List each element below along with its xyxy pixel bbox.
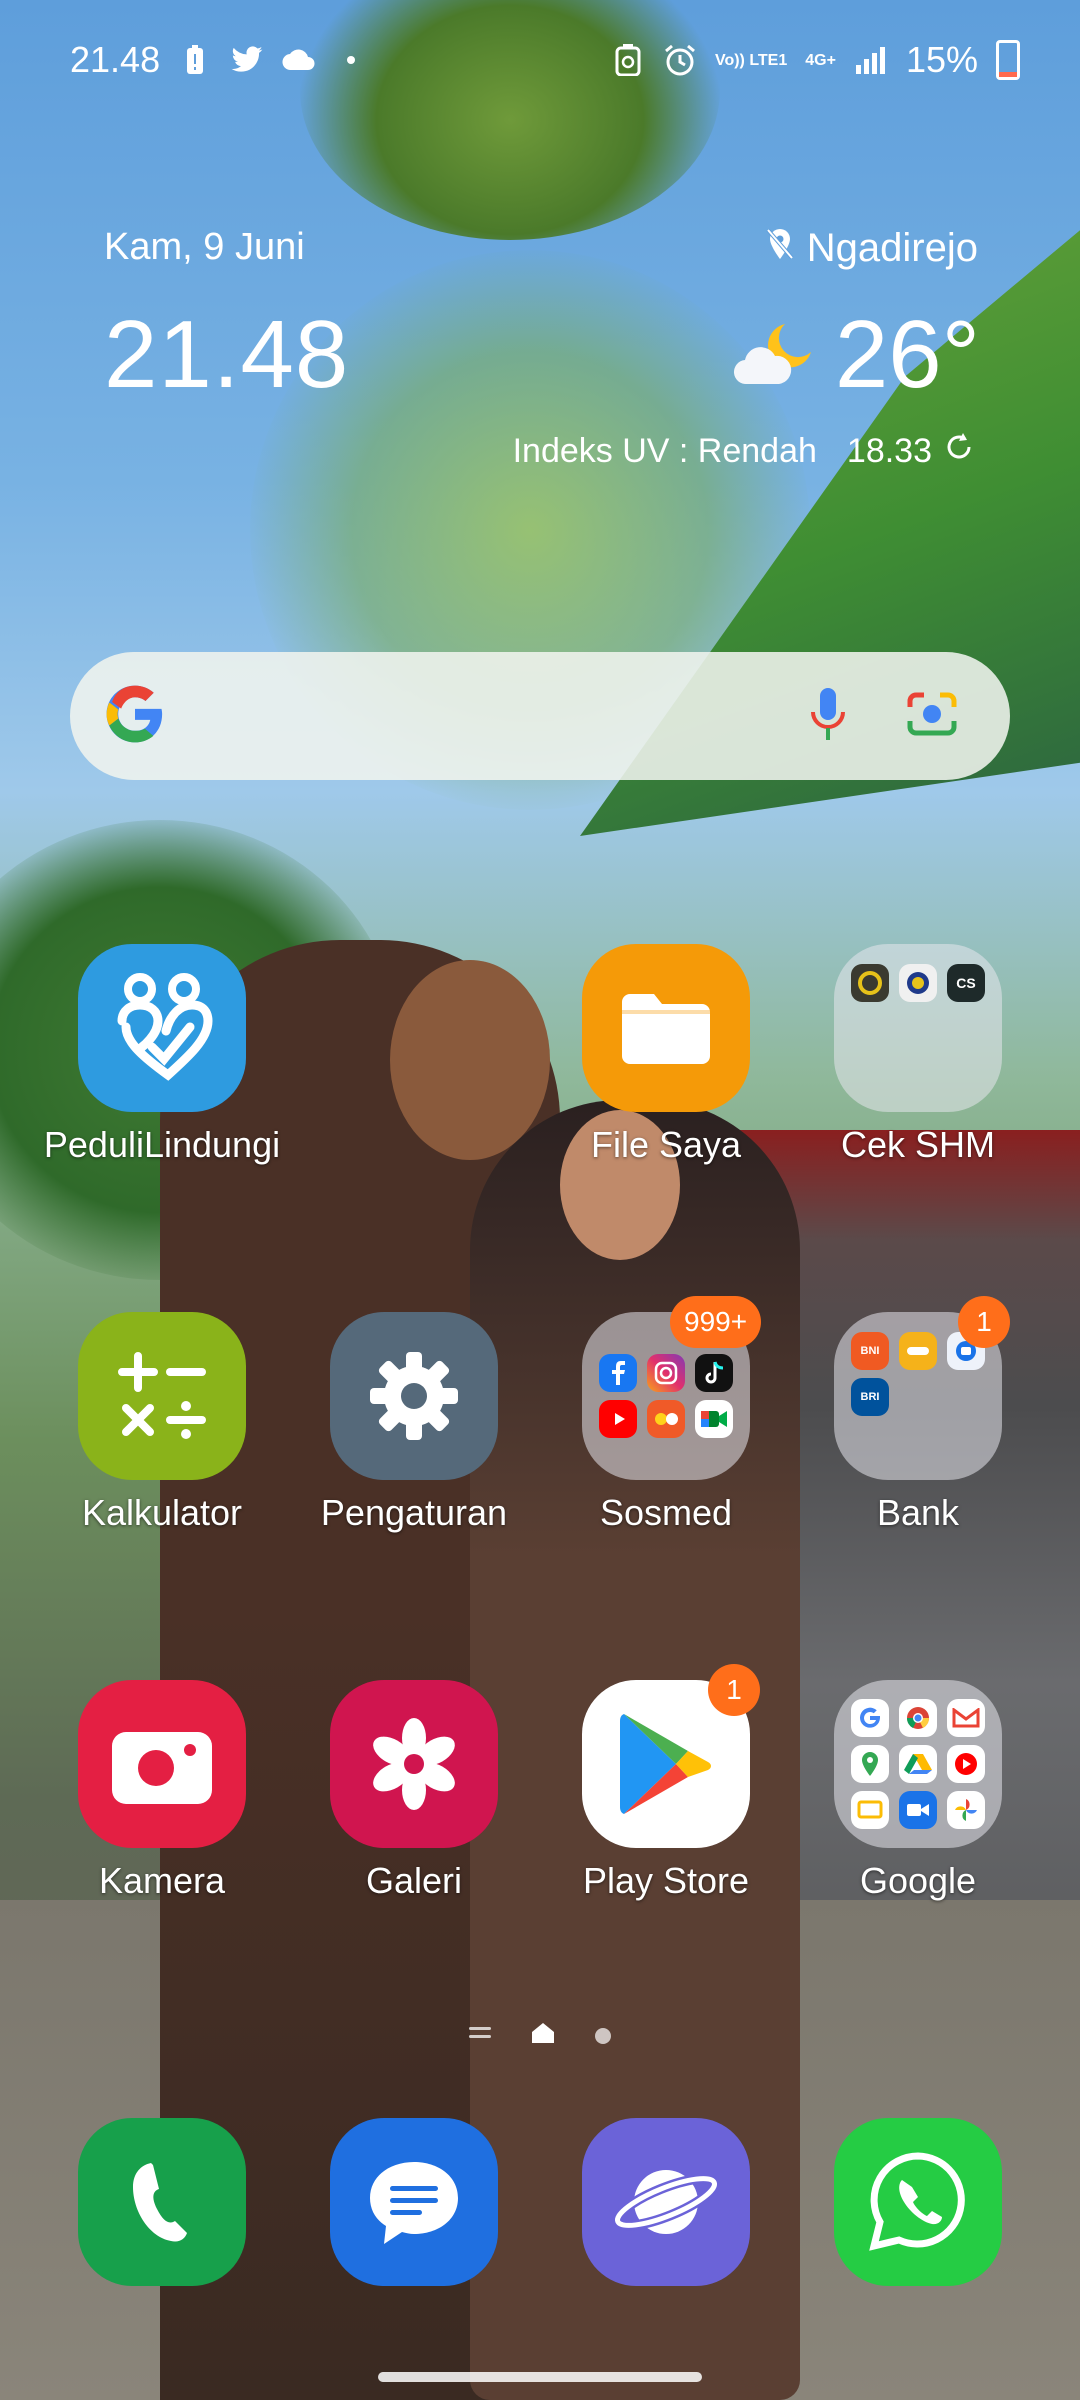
page-dot[interactable] bbox=[595, 2027, 611, 2044]
app-label: Play Store bbox=[582, 1860, 750, 1901]
menu-lines-icon[interactable] bbox=[469, 2024, 491, 2047]
volte-icon: Vo)) LTE1 bbox=[714, 51, 788, 69]
instagram-icon bbox=[647, 1354, 685, 1392]
app-kalkulator[interactable]: Kalkulator bbox=[36, 1312, 288, 1572]
status-bar[interactable]: 21.48 Vo)) LTE1 4G+ 15% bbox=[70, 34, 1020, 86]
chrome-icon bbox=[899, 1699, 937, 1737]
twitter-icon bbox=[230, 40, 264, 80]
app-label: Sosmed bbox=[599, 1492, 733, 1533]
app-internet[interactable] bbox=[540, 2118, 792, 2378]
widget-location[interactable]: Ngadirejo bbox=[765, 226, 978, 271]
notification-badge: 1 bbox=[958, 1296, 1010, 1348]
widget-date[interactable]: Kam, 9 Juni bbox=[104, 226, 305, 269]
app-label: Cek SHM bbox=[840, 1124, 996, 1165]
dot-icon bbox=[334, 40, 368, 80]
folder-cek-shm[interactable]: CS Cek SHM bbox=[792, 944, 1044, 1204]
status-time: 21.48 bbox=[70, 39, 161, 80]
uv-row: Indeks UV : Rendah 18.33 bbox=[513, 430, 976, 473]
battery-alert-icon bbox=[178, 40, 212, 80]
app-pengaturan[interactable]: Pengaturan bbox=[288, 1312, 540, 1572]
duo-icon bbox=[899, 1791, 937, 1829]
messages-icon bbox=[330, 2118, 498, 2286]
gesture-handle[interactable] bbox=[378, 2372, 702, 2382]
mini-app-icon bbox=[899, 964, 937, 1002]
alarm-icon bbox=[663, 40, 697, 80]
moon-cloud-icon bbox=[733, 318, 817, 393]
camera-icon bbox=[78, 1680, 246, 1848]
tiktok-icon bbox=[695, 1354, 733, 1392]
app-pedulilindungi[interactable]: PeduliLindungi bbox=[36, 944, 288, 1204]
whatsapp-icon bbox=[834, 2118, 1002, 2286]
folder-bank[interactable]: BNI BRI 1 Bank bbox=[792, 1296, 1044, 1572]
widget-clock[interactable]: 21.48 bbox=[104, 300, 349, 410]
pedulilindungi-icon bbox=[78, 944, 246, 1112]
phone-icon bbox=[78, 2118, 246, 2286]
uv-index: Indeks UV : Rendah bbox=[512, 432, 817, 470]
google-icon bbox=[851, 1699, 889, 1737]
temperature: 26° bbox=[834, 301, 980, 408]
mobile-data-icon: 4G+ bbox=[805, 51, 836, 69]
tv-icon bbox=[851, 1791, 889, 1829]
gear-icon bbox=[330, 1312, 498, 1480]
bni-icon: BNI bbox=[851, 1332, 889, 1370]
mitra-icon bbox=[647, 1400, 685, 1438]
youtube-icon bbox=[947, 1745, 985, 1783]
google-search-bar[interactable] bbox=[70, 652, 1010, 780]
facebook-icon bbox=[599, 1354, 637, 1392]
battery-percent: 15% bbox=[905, 39, 978, 80]
folder-google[interactable]: Google bbox=[792, 1680, 1044, 1940]
refresh-icon[interactable] bbox=[942, 430, 976, 473]
app-galeri[interactable]: Galeri bbox=[288, 1680, 540, 1940]
app-label: Pengaturan bbox=[320, 1492, 508, 1533]
notification-badge: 1 bbox=[708, 1664, 760, 1716]
cloud-icon bbox=[282, 40, 316, 80]
bank-app-icon bbox=[899, 1332, 937, 1370]
app-label: File Saya bbox=[590, 1124, 742, 1165]
mini-app-icon bbox=[851, 964, 889, 1002]
battery-icon bbox=[996, 40, 1020, 80]
app-play-store[interactable]: 1 Play Store bbox=[540, 1664, 792, 1940]
bri-icon: BRI bbox=[851, 1378, 889, 1416]
app-phone[interactable] bbox=[36, 2118, 288, 2378]
flower-icon bbox=[330, 1680, 498, 1848]
folder-icon bbox=[582, 944, 750, 1112]
mic-icon[interactable] bbox=[808, 686, 848, 747]
drive-icon bbox=[899, 1745, 937, 1783]
weather-current[interactable]: 26° bbox=[733, 300, 980, 410]
photos-icon bbox=[947, 1791, 985, 1829]
app-messages[interactable] bbox=[288, 2118, 540, 2378]
gmail-icon bbox=[947, 1699, 985, 1737]
app-whatsapp[interactable] bbox=[792, 2118, 1044, 2378]
app-label: Kamera bbox=[98, 1860, 226, 1901]
google-logo-icon bbox=[104, 683, 166, 750]
app-file-saya[interactable]: File Saya bbox=[540, 944, 792, 1204]
home-page-icon[interactable] bbox=[531, 2022, 555, 2049]
page-indicator[interactable] bbox=[0, 2022, 1080, 2049]
notification-badge: 999+ bbox=[670, 1296, 762, 1348]
mini-app-icon: CS bbox=[947, 964, 985, 1002]
app-kamera[interactable]: Kamera bbox=[36, 1680, 288, 1940]
app-label: Galeri bbox=[365, 1860, 463, 1901]
maps-icon bbox=[851, 1745, 889, 1783]
calculator-icon bbox=[78, 1312, 246, 1480]
folder-grid-icon bbox=[834, 1680, 1002, 1848]
updated-time: 18.33 bbox=[846, 432, 932, 470]
app-label: Bank bbox=[876, 1492, 960, 1533]
app-label: PeduliLindungi bbox=[43, 1124, 281, 1165]
meet-icon bbox=[695, 1400, 733, 1438]
folder-sosmed[interactable]: 999+ Sosmed bbox=[540, 1296, 792, 1572]
signal-icon bbox=[854, 40, 888, 80]
app-label: Google bbox=[859, 1860, 977, 1901]
app-label: Kalkulator bbox=[81, 1492, 243, 1533]
folder-grid-icon: CS bbox=[834, 944, 1002, 1112]
location-off-icon bbox=[765, 226, 795, 271]
location-label: Ngadirejo bbox=[806, 226, 978, 270]
data-saver-icon bbox=[611, 40, 645, 80]
lens-icon[interactable] bbox=[904, 689, 960, 744]
youtube-icon bbox=[599, 1400, 637, 1438]
planet-icon bbox=[582, 2118, 750, 2286]
